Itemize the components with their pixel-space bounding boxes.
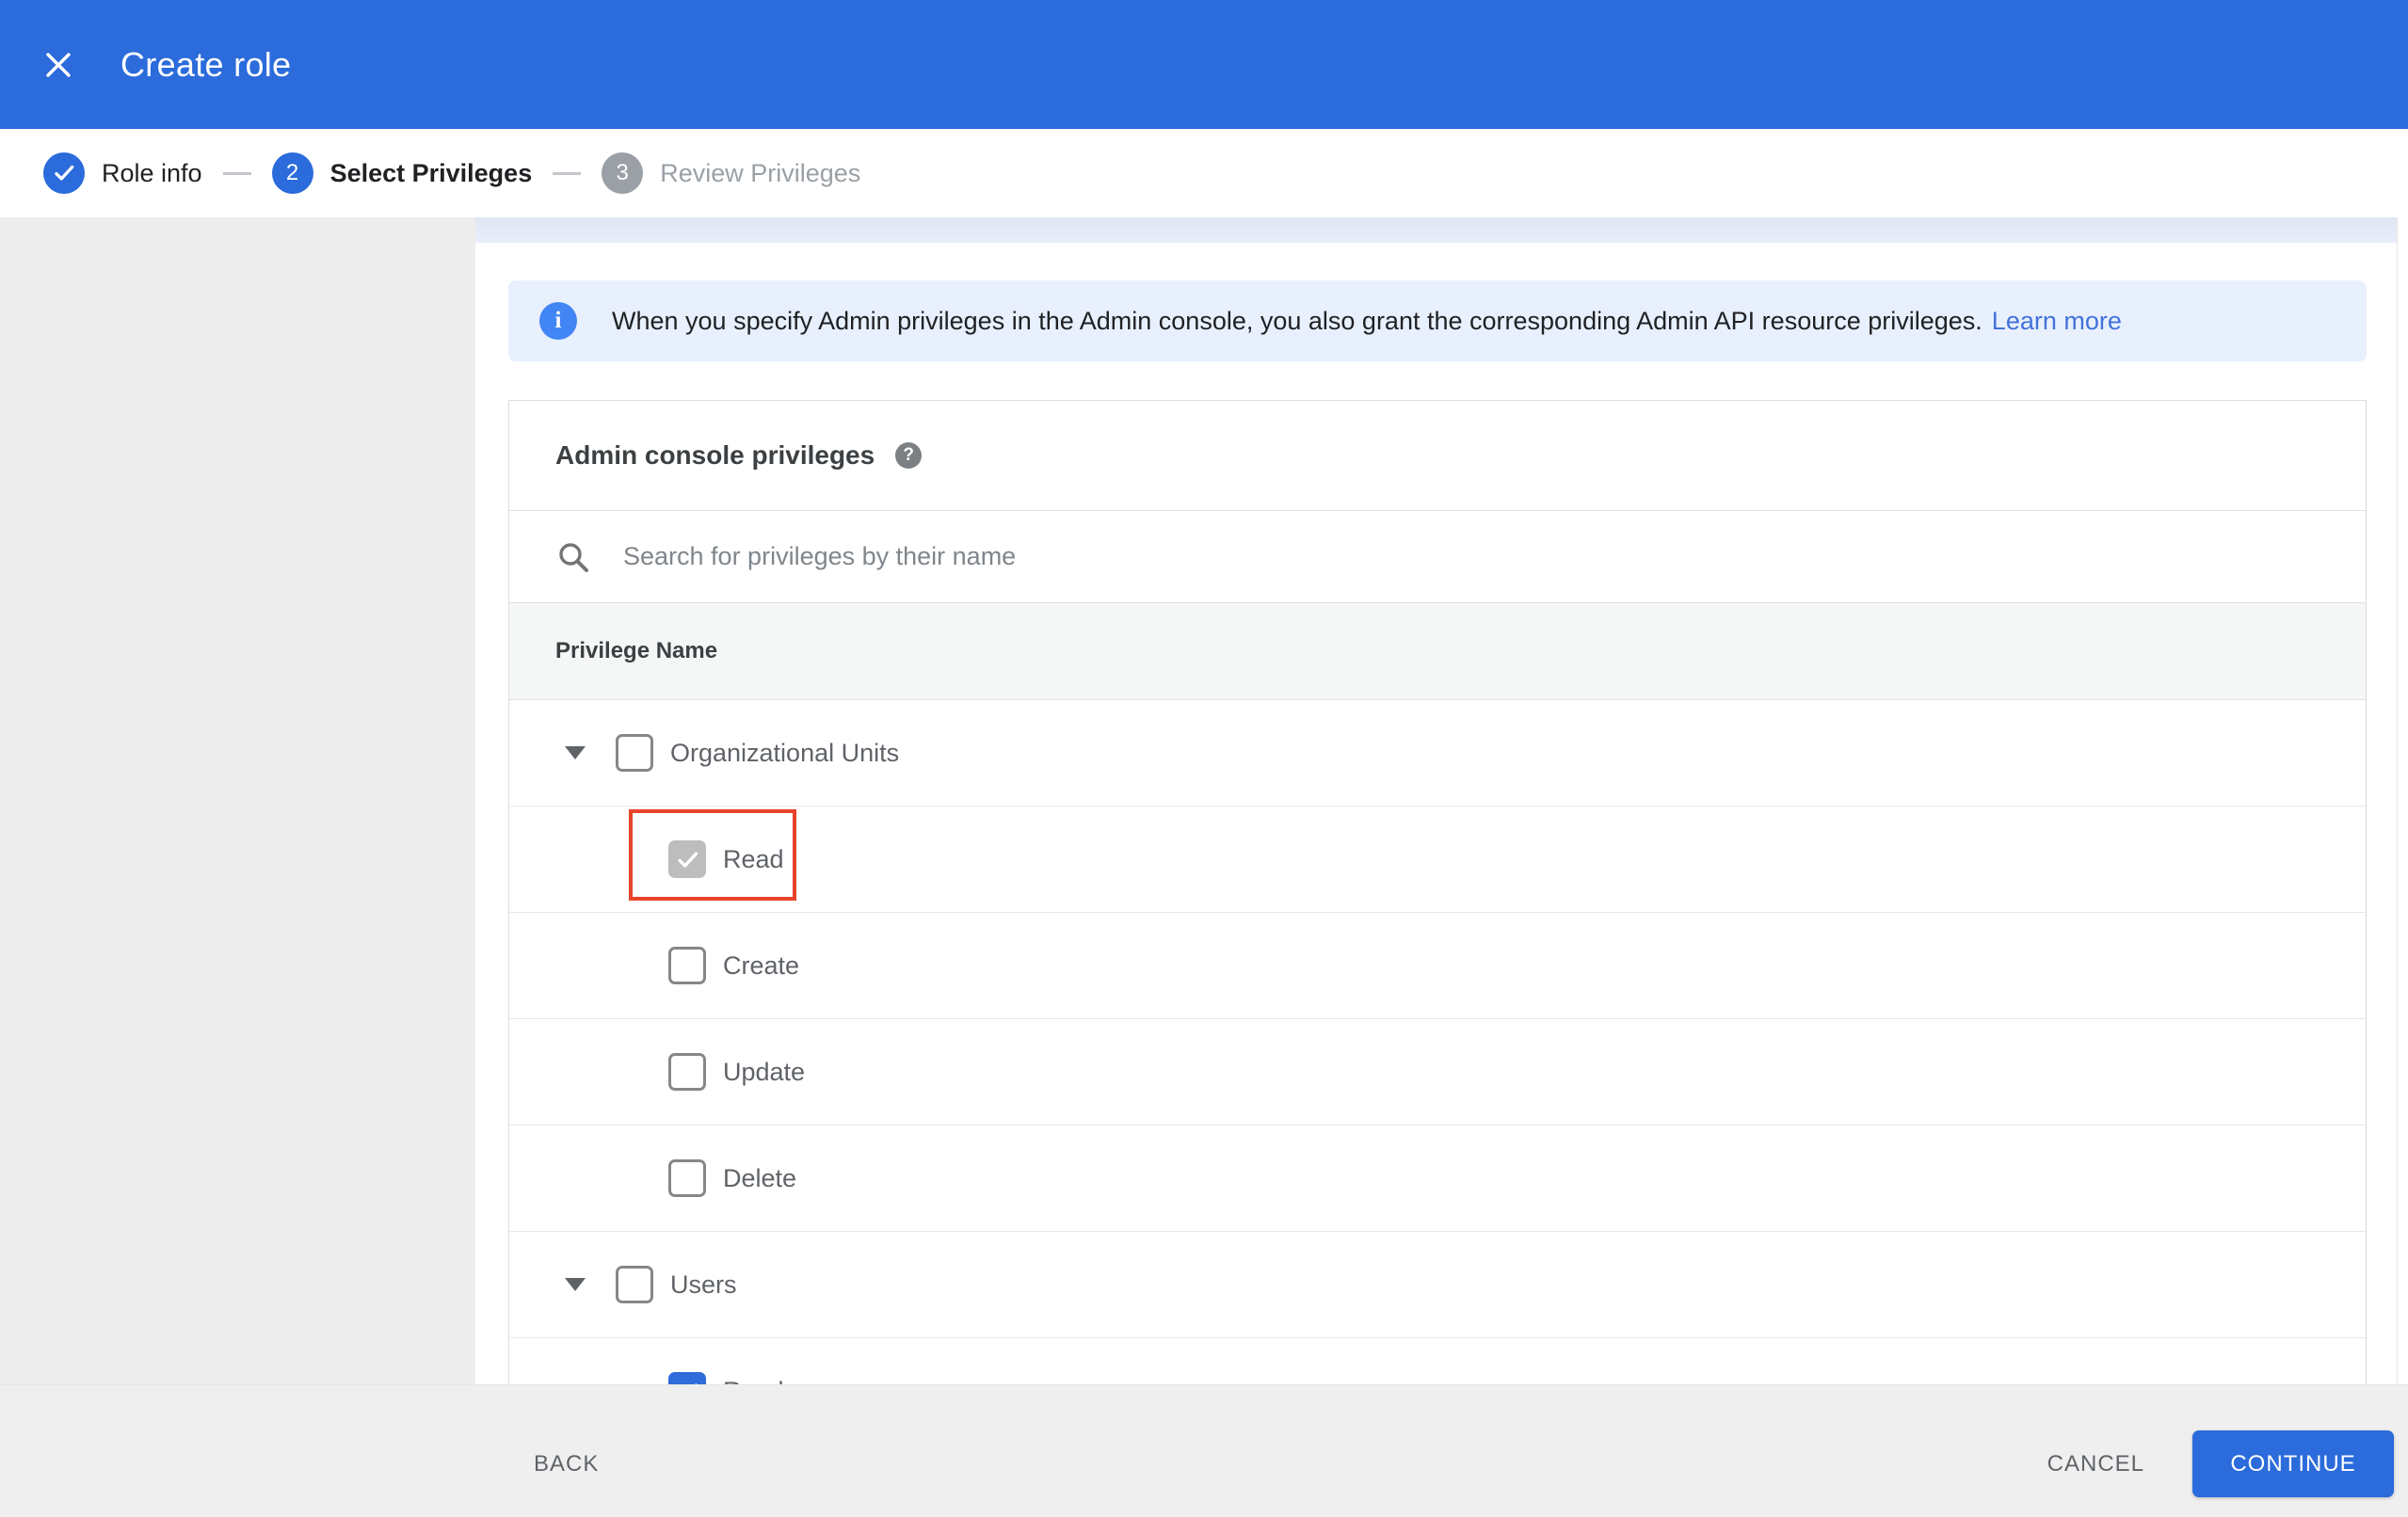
info-icon: i — [539, 302, 577, 340]
privilege-row-read: Read — [509, 806, 2366, 913]
step-role-info[interactable]: Role info — [43, 152, 202, 194]
back-button[interactable]: BACK — [534, 1430, 599, 1497]
privilege-row-users: Users — [509, 1232, 2366, 1338]
privilege-label: Users — [670, 1269, 737, 1299]
checkbox-read-checked-disabled[interactable] — [668, 840, 706, 878]
privilege-label: Organizational Units — [670, 738, 900, 767]
scrolled-content-strip — [475, 217, 2397, 243]
privilege-row-users-read: Read — [509, 1338, 2366, 1384]
privilege-row-organizational-units: Organizational Units — [509, 700, 2366, 806]
content-area: i When you specify Admin privileges in t… — [475, 217, 2408, 1384]
privilege-label: Update — [723, 1057, 806, 1086]
step-review-privileges[interactable]: 3 Review Privileges — [602, 152, 860, 194]
privilege-row-update: Update — [509, 1019, 2366, 1126]
scrollbar-track[interactable] — [2397, 217, 2398, 1384]
privilege-label: Create — [723, 950, 800, 980]
continue-button[interactable]: CONTINUE — [2192, 1430, 2394, 1497]
step-label: Select Privileges — [329, 158, 533, 187]
help-icon[interactable]: ? — [895, 442, 923, 469]
search-icon — [559, 542, 588, 572]
privilege-label: Read — [723, 844, 784, 873]
search-row — [509, 511, 2366, 602]
collapse-arrow-icon[interactable] — [565, 1278, 586, 1291]
privilege-label: Read — [723, 1377, 784, 1385]
left-sidebar — [0, 217, 475, 1384]
privilege-label: Delete — [723, 1163, 797, 1192]
panel-heading: Admin console privileges — [555, 440, 875, 470]
learn-more-link[interactable]: Learn more — [1992, 307, 2122, 336]
dialog-title: Create role — [120, 44, 292, 84]
cancel-button[interactable]: CANCEL — [2047, 1430, 2144, 1497]
close-icon[interactable] — [30, 37, 87, 93]
collapse-arrow-icon[interactable] — [565, 746, 586, 759]
privileges-card: Admin console privileges ? Privilege Nam… — [508, 400, 2367, 1384]
checkbox-organizational-units[interactable] — [616, 734, 653, 772]
checkbox-users[interactable] — [616, 1266, 653, 1303]
info-banner-text: When you specify Admin privileges in the… — [612, 306, 1983, 335]
step-complete-check-icon — [43, 152, 85, 194]
search-input[interactable] — [621, 541, 2037, 572]
privilege-row-create: Create — [509, 913, 2366, 1019]
step-label: Role info — [102, 158, 202, 187]
info-banner: i When you specify Admin privileges in t… — [508, 280, 2367, 361]
app-bar: Create role — [0, 0, 2408, 129]
checkbox-update[interactable] — [668, 1053, 706, 1091]
column-header: Privilege Name — [555, 638, 718, 663]
table-header-row: Privilege Name — [509, 602, 2366, 700]
privilege-row-delete: Delete — [509, 1126, 2366, 1232]
stepper: Role info 2 Select Privileges 3 Review P… — [0, 129, 2408, 217]
step-number: 2 — [271, 152, 313, 194]
step-label: Review Privileges — [660, 158, 861, 187]
step-connector — [222, 171, 251, 175]
checkbox-create[interactable] — [668, 947, 706, 984]
step-number: 3 — [602, 152, 644, 194]
checkbox-users-read-checked[interactable] — [668, 1372, 706, 1384]
card-heading-row: Admin console privileges ? — [509, 401, 2366, 511]
step-connector — [553, 171, 582, 175]
step-select-privileges[interactable]: 2 Select Privileges — [271, 152, 533, 194]
checkbox-delete[interactable] — [668, 1159, 706, 1197]
